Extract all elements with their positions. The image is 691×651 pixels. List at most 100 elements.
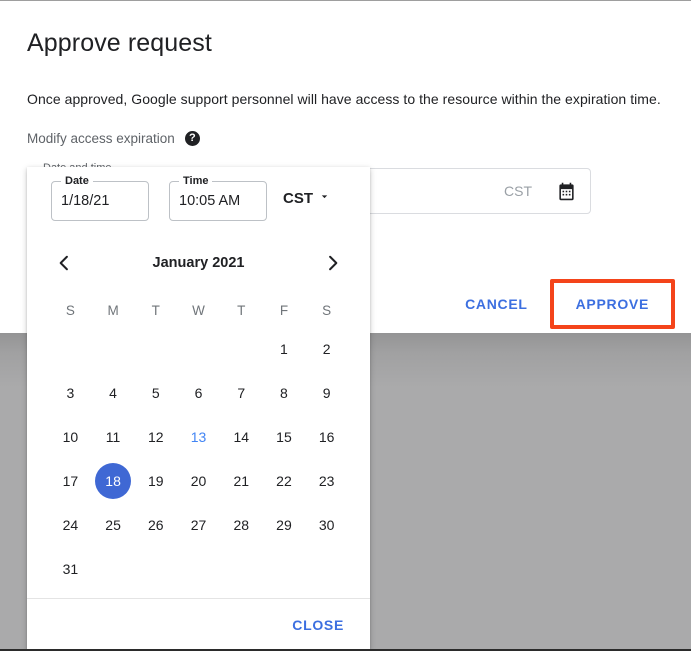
calendar-day-number: 22 xyxy=(276,473,292,489)
date-input[interactable] xyxy=(52,182,148,220)
calendar-week-row: 12 xyxy=(49,327,348,371)
calendar-week-row: 24 25 26 27 28 29 30 xyxy=(49,503,348,547)
calendar-day-10[interactable]: 10 xyxy=(49,415,92,459)
calendar-weekday-row: SMTWTFS xyxy=(49,293,348,327)
calendar-day-24[interactable]: 24 xyxy=(49,503,92,547)
date-picker-inputs: Date Time CST xyxy=(27,167,370,241)
calendar-day-empty xyxy=(177,327,220,371)
calendar-day-number: 7 xyxy=(237,385,246,401)
calendar-grid: SMTWTFS 1 2 3 4 5 6 7 8 9 10 11 12 13 14 15 16 17 18 19 20 2… xyxy=(27,293,370,591)
dialog-actions: CANCEL APPROVE xyxy=(453,279,675,329)
calendar-day-2[interactable]: 2 xyxy=(305,327,348,371)
calendar-day-23[interactable]: 23 xyxy=(305,459,348,503)
calendar-day-number: 2 xyxy=(322,341,331,357)
calendar-day-number: 21 xyxy=(233,473,250,489)
chevron-right-icon[interactable] xyxy=(322,252,344,274)
calendar-day-number: 18 xyxy=(95,463,132,499)
calendar-icon[interactable] xyxy=(557,182,576,201)
timezone-select[interactable]: CST xyxy=(283,190,331,207)
calendar-day-30[interactable]: 30 xyxy=(305,503,348,547)
time-input-wrapper[interactable]: Time xyxy=(169,175,267,221)
timezone-select-value: CST xyxy=(283,190,313,207)
cancel-button[interactable]: CANCEL xyxy=(453,287,540,321)
calendar-day-19[interactable]: 19 xyxy=(134,459,177,503)
calendar-day-12[interactable]: 12 xyxy=(134,415,177,459)
calendar-day-28[interactable]: 28 xyxy=(220,503,263,547)
calendar-day-7[interactable]: 7 xyxy=(220,371,263,415)
calendar-day-number: 20 xyxy=(190,473,207,489)
calendar-day-3[interactable]: 3 xyxy=(49,371,92,415)
chevron-left-icon[interactable] xyxy=(53,252,75,274)
calendar-day-empty xyxy=(305,547,348,591)
calendar-day-number: 5 xyxy=(151,385,160,401)
calendar-day-13[interactable]: 13 xyxy=(177,415,220,459)
calendar-weekday: S xyxy=(65,302,75,318)
calendar-day-20[interactable]: 20 xyxy=(177,459,220,503)
calendar-day-number: 26 xyxy=(148,517,164,533)
calendar-day-empty xyxy=(134,327,177,371)
calendar-day-27[interactable]: 27 xyxy=(177,503,220,547)
calendar-week-row: 17 18 19 20 21 22 23 xyxy=(49,459,348,503)
calendar-day-26[interactable]: 26 xyxy=(134,503,177,547)
calendar-day-29[interactable]: 29 xyxy=(263,503,306,547)
calendar-day-number: 29 xyxy=(276,517,292,533)
calendar-day-number: 19 xyxy=(148,473,164,489)
calendar-day-empty xyxy=(263,547,306,591)
calendar-day-11[interactable]: 11 xyxy=(92,415,135,459)
calendar-day-empty xyxy=(49,327,92,371)
calendar-weekday: T xyxy=(151,302,160,318)
calendar-day-17[interactable]: 17 xyxy=(49,459,92,503)
chevron-down-icon xyxy=(318,190,331,207)
calendar-weekday: S xyxy=(322,302,332,318)
calendar-day-number: 30 xyxy=(318,517,335,533)
calendar-day-22[interactable]: 22 xyxy=(263,459,306,503)
calendar-day-empty xyxy=(92,547,135,591)
calendar-day-number: 31 xyxy=(62,561,79,577)
calendar-day-number: 10 xyxy=(62,429,79,445)
calendar-day-8[interactable]: 8 xyxy=(263,371,306,415)
date-picker-popup: Date Time CST January 2021 SMTWTFS 12345… xyxy=(27,167,370,651)
calendar-weekday: W xyxy=(192,302,205,318)
time-input-label: Time xyxy=(179,175,213,187)
calendar-day-21[interactable]: 21 xyxy=(220,459,263,503)
calendar-day-number: 3 xyxy=(66,385,75,401)
calendar-weekday: M xyxy=(107,302,119,318)
calendar-day-5[interactable]: 5 xyxy=(134,371,177,415)
calendar-day-number: 14 xyxy=(233,429,250,445)
calendar-day-4[interactable]: 4 xyxy=(92,371,135,415)
calendar-day-number: 28 xyxy=(233,517,250,533)
page-title: Approve request xyxy=(27,29,212,57)
calendar-day-empty xyxy=(177,547,220,591)
calendar-day-16[interactable]: 16 xyxy=(305,415,348,459)
calendar-month-title: January 2021 xyxy=(152,255,245,271)
calendar-day-31[interactable]: 31 xyxy=(49,547,92,591)
calendar-day-25[interactable]: 25 xyxy=(92,503,135,547)
calendar-day-9[interactable]: 9 xyxy=(305,371,348,415)
time-input[interactable] xyxy=(170,182,266,220)
calendar-day-number: 15 xyxy=(276,429,292,445)
calendar-day-number: 13 xyxy=(190,429,207,445)
calendar-day-18[interactable]: 18 xyxy=(92,459,135,503)
calendar-week-row: 31 xyxy=(49,547,348,591)
calendar-day-1[interactable]: 1 xyxy=(263,327,306,371)
date-input-wrapper[interactable]: Date xyxy=(51,175,149,221)
calendar-day-number: 25 xyxy=(105,517,121,533)
calendar-day-number: 9 xyxy=(322,385,331,401)
calendar-day-empty xyxy=(220,547,263,591)
calendar-day-number: 11 xyxy=(105,429,121,445)
close-button[interactable]: CLOSE xyxy=(280,608,356,642)
calendar-day-empty xyxy=(134,547,177,591)
calendar-day-number: 1 xyxy=(280,341,288,357)
modify-access-expiration-label: Modify access expiration xyxy=(27,131,175,146)
dialog-description: Once approved, Google support personnel … xyxy=(27,91,661,107)
calendar-day-number: 27 xyxy=(190,517,207,533)
calendar-day-14[interactable]: 14 xyxy=(220,415,263,459)
calendar-day-6[interactable]: 6 xyxy=(177,371,220,415)
approve-button[interactable]: APPROVE xyxy=(564,287,661,321)
help-icon[interactable]: ? xyxy=(184,131,200,146)
calendar-navigation: January 2021 xyxy=(27,241,370,285)
calendar-day-number: 24 xyxy=(62,517,79,533)
date-and-time-field-timezone: CST xyxy=(504,183,532,199)
calendar-day-15[interactable]: 15 xyxy=(263,415,306,459)
calendar-day-number: 4 xyxy=(109,385,117,401)
